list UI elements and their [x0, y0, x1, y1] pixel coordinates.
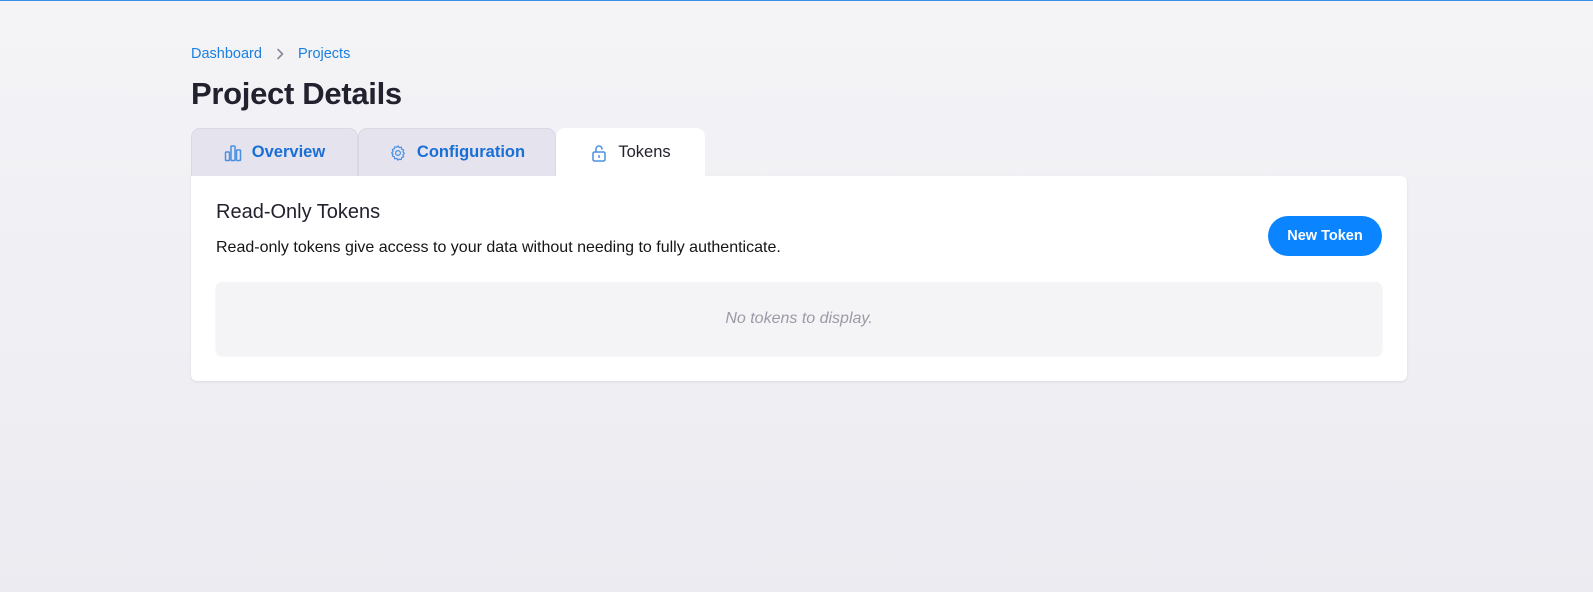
tokens-panel-title: Read-Only Tokens [216, 201, 381, 223]
tokens-empty-state: No tokens to display. [216, 282, 1382, 355]
unlock-icon [590, 144, 608, 162]
tab-tokens-label: Tokens [618, 143, 671, 161]
chart-icon [224, 144, 242, 162]
gear-icon [389, 144, 407, 162]
breadcrumb-item-projects[interactable]: Projects [298, 46, 350, 62]
breadcrumb-item-dashboard[interactable]: Dashboard [191, 46, 262, 62]
chevron-right-icon [262, 48, 298, 60]
tab-overview[interactable]: Overview [191, 128, 358, 176]
tab-configuration[interactable]: Configuration [358, 128, 556, 176]
empty-state-message: No tokens to display. [725, 309, 873, 327]
tokens-panel-description: Read-only tokens give access to your dat… [216, 239, 781, 256]
tab-configuration-label: Configuration [416, 143, 526, 161]
top-accent-line [0, 0, 1593, 1]
page-container: Dashboard Projects Project Details Overv… [191, 44, 1407, 381]
tab-overview-label: Overview [251, 143, 326, 161]
tab-bar: Overview Configuration Tokens [191, 128, 1407, 176]
tokens-panel: Read-Only Tokens Read-only tokens give a… [191, 176, 1407, 381]
breadcrumb: Dashboard Projects [191, 44, 1407, 64]
new-token-button[interactable]: New Token [1268, 216, 1382, 256]
page-title: Project Details [191, 76, 402, 111]
tab-tokens[interactable]: Tokens [556, 128, 705, 176]
